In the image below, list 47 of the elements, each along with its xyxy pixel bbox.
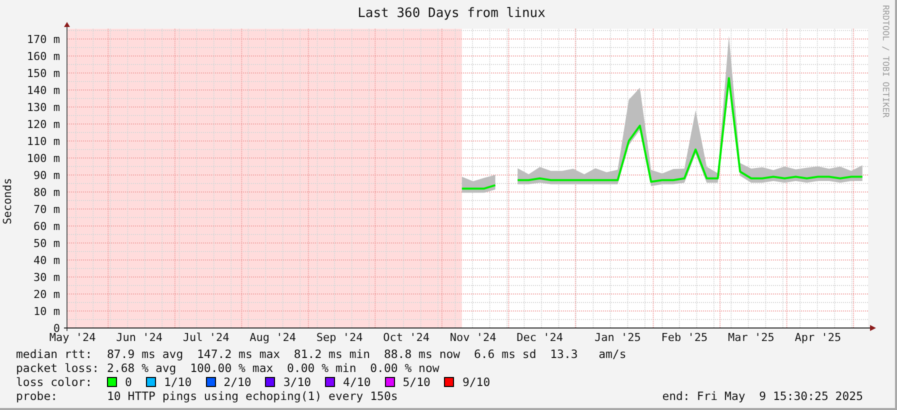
median-rtt-stats: 87.9 ms avg 147.2 ms max 81.2 ms min 88.8 ms now 6.6 ms sd 13.3 am/s [107, 347, 626, 361]
legend-label: loss color: [16, 375, 94, 389]
x-tick-label: Jan '25 [594, 331, 641, 344]
x-tick-label: Jul '24 [182, 331, 230, 344]
legend-item-label: 9/10 [462, 375, 490, 389]
y-tick-label: 20 m [34, 288, 60, 301]
chart-title: Last 360 Days from linux [358, 6, 546, 22]
legend-label: packet loss: [16, 361, 100, 375]
legend-item-label: 1/10 [164, 375, 192, 389]
y-tick-label: 170 m [26, 33, 60, 46]
x-tick-label: Jun '24 [116, 331, 162, 344]
packet-loss-stats: 2.68 % avg 100.00 % max 0.00 % min 0.00 % now [107, 361, 440, 375]
y-tick-label: 100 m [26, 152, 60, 165]
y-tick-label: 90 m [34, 169, 60, 182]
x-tick-label: Nov '24 [450, 331, 496, 344]
legend-label: median rtt: [16, 347, 94, 361]
y-axis-label: Seconds [2, 178, 14, 225]
x-tick-label: Dec '24 [516, 331, 563, 344]
y-tick-label: 130 m [26, 101, 60, 114]
y-tick-label: 70 m [34, 203, 60, 216]
legend-item-label: 2/10 [224, 375, 252, 389]
y-tick-label: 80 m [34, 186, 60, 199]
y-tick-label: 50 m [34, 237, 60, 250]
y-tick-label: 110 m [26, 135, 60, 148]
x-tick-label: Mar '25 [728, 331, 774, 344]
x-tick-label: Aug '24 [250, 331, 296, 344]
legend-label: probe: [16, 389, 59, 403]
legend-item-label: 4/10 [343, 375, 371, 389]
y-tick-label: 40 m [34, 254, 60, 267]
x-tick-label: Feb '25 [661, 331, 708, 344]
y-tick-label: 150 m [26, 67, 60, 80]
legend-item-label: 3/10 [283, 375, 312, 389]
y-tick-label: 120 m [26, 118, 60, 131]
credit-text: RRDTOOL / TOBI OETIKER [880, 5, 890, 120]
x-tick-label: Oct '24 [383, 331, 430, 344]
x-tick-label: Apr '25 [794, 331, 842, 344]
legend-item-label: 0 [125, 375, 132, 389]
y-tick-label: 60 m [34, 220, 60, 233]
y-tick-label: 140 m [26, 84, 60, 97]
end-timestamp: end: Fri May 9 15:30:25 2025 [662, 389, 863, 403]
y-tick-label: 10 m [34, 305, 60, 318]
y-tick-label: 30 m [34, 271, 60, 284]
y-tick-label: 160 m [26, 50, 60, 63]
legend-item-label: 5/10 [402, 375, 430, 389]
x-tick-label: Sep '24 [316, 331, 363, 344]
x-tick-label: May '24 [49, 331, 96, 344]
probe-description: 10 HTTP pings using echoping(1) every 150s [107, 389, 398, 403]
